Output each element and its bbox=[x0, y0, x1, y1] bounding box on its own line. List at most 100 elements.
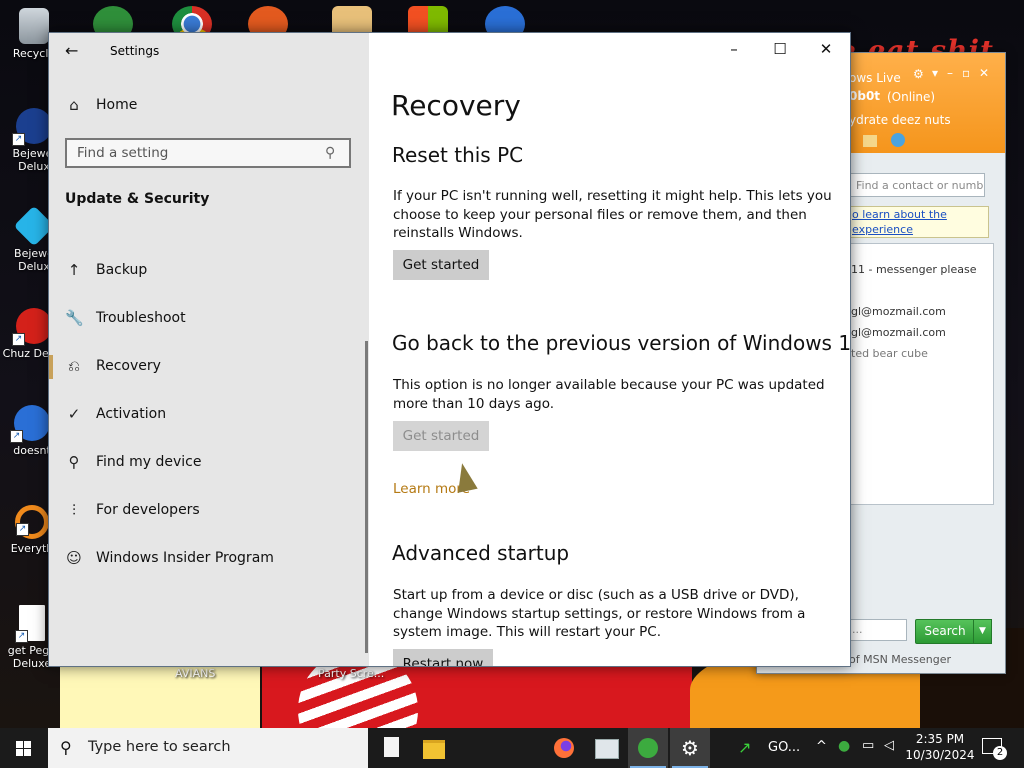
msn-contact[interactable]: ted bear cube bbox=[851, 347, 928, 360]
recycle-bin-icon bbox=[19, 8, 49, 44]
thunderbird-icon: ↗ bbox=[10, 405, 50, 443]
find-setting-placeholder: Find a setting bbox=[77, 145, 169, 161]
windows-logo-icon bbox=[16, 741, 23, 748]
nav-activation[interactable]: ✓ Activation bbox=[49, 395, 369, 435]
taskbar-notepad[interactable] bbox=[372, 728, 412, 768]
msn-contact-search[interactable]: Find a contact or numbe bbox=[849, 173, 985, 197]
goback-heading: Go back to the previous version of Windo… bbox=[392, 331, 851, 355]
nav-windows-insider-label: Windows Insider Program bbox=[96, 550, 274, 566]
messenger-people-icon bbox=[638, 738, 658, 758]
nav-windows-insider[interactable]: ☺ Windows Insider Program bbox=[49, 539, 369, 579]
msn-info-link[interactable]: o learn about the experience bbox=[849, 206, 989, 238]
msn-globe-icon[interactable] bbox=[891, 133, 905, 147]
msn-restore-icon[interactable]: ▫ bbox=[962, 66, 970, 80]
nav-activation-label: Activation bbox=[96, 406, 167, 422]
windows-logo-tile bbox=[24, 749, 31, 756]
find-setting-input[interactable]: Find a setting ⚲ bbox=[65, 138, 351, 168]
nav-recovery[interactable]: ⎌ Recovery bbox=[49, 347, 369, 387]
show-hidden-icons-icon[interactable]: ^ bbox=[816, 739, 827, 754]
msn-web-search-input[interactable]: ... bbox=[849, 619, 907, 641]
msn-minimize-icon[interactable]: – bbox=[947, 66, 953, 80]
gear-icon: ⚙ bbox=[681, 736, 699, 760]
reset-get-started-button[interactable]: Get started bbox=[393, 250, 489, 280]
nav-backup-label: Backup bbox=[96, 262, 148, 278]
msn-contact-list bbox=[849, 243, 994, 505]
settings-sidebar: ← Settings ⌂ Home Find a setting ⚲ Updat… bbox=[49, 33, 369, 666]
taskbar-go-app[interactable]: ↗ GO... bbox=[730, 728, 810, 768]
msn-contact[interactable]: gl@mozmail.com bbox=[851, 305, 946, 318]
taskbar-search-box[interactable]: ⚲ Type here to search bbox=[48, 728, 368, 768]
nav-for-developers[interactable]: ⫶ For developers bbox=[49, 491, 369, 531]
system-clock[interactable]: 2:35 PM 10/30/2024 bbox=[905, 731, 975, 763]
taskbar-search-placeholder: Type here to search bbox=[88, 739, 231, 755]
msn-close-icon[interactable]: ✕ bbox=[979, 66, 989, 80]
goback-description: This option is no longer available becau… bbox=[393, 377, 825, 412]
bejeweled-2-icon: ↗ bbox=[12, 108, 52, 146]
desktop-label-avians: AVIANS bbox=[175, 667, 216, 680]
nav-troubleshoot[interactable]: 🔧 Troubleshoot bbox=[49, 299, 369, 339]
messenger-tray-icon[interactable]: ● bbox=[838, 738, 850, 754]
msn-menu-arrow-icon[interactable]: ▾ bbox=[932, 66, 938, 80]
nav-find-my-device-label: Find my device bbox=[96, 454, 202, 470]
msn-contact[interactable]: gl@mozmail.com bbox=[851, 326, 946, 339]
msn-username: 0b0t bbox=[849, 89, 881, 103]
taskbar-messenger[interactable] bbox=[628, 728, 668, 768]
settings-window: ← Settings ⌂ Home Find a setting ⚲ Updat… bbox=[48, 32, 851, 667]
start-button[interactable] bbox=[0, 728, 48, 768]
clock-date: 10/30/2024 bbox=[905, 748, 975, 762]
taskbar-app-window[interactable] bbox=[586, 728, 626, 768]
check-circle-icon: ✓ bbox=[67, 405, 81, 423]
settings-content: – ☐ ✕ Recovery Reset this PC If your PC … bbox=[369, 33, 850, 666]
maximize-button[interactable]: ☐ bbox=[757, 33, 803, 65]
close-button[interactable]: ✕ bbox=[803, 33, 849, 65]
folder-icon bbox=[423, 740, 445, 759]
goback-get-started-button: Get started bbox=[393, 421, 489, 451]
network-icon[interactable]: ▭ bbox=[862, 738, 874, 753]
reset-heading: Reset this PC bbox=[392, 143, 524, 167]
notepad-icon bbox=[384, 737, 399, 757]
nav-backup[interactable]: ↑ Backup bbox=[49, 251, 369, 291]
wallpaper-yellow-block bbox=[60, 660, 260, 728]
home-icon: ⌂ bbox=[69, 96, 79, 114]
back-arrow-icon[interactable]: ← bbox=[65, 41, 78, 60]
msn-status[interactable]: (Online) bbox=[887, 90, 935, 104]
developer-tools-icon: ⫶ bbox=[72, 501, 76, 519]
person-location-icon: ⚲ bbox=[68, 453, 80, 471]
taskbar-firefox[interactable] bbox=[544, 728, 584, 768]
restart-now-button[interactable]: Restart now bbox=[393, 649, 493, 666]
taskbar: ⚲ Type here to search ⚙ ↗ GO... ^ ● ▭ ◁ … bbox=[0, 728, 1024, 768]
taskbar-file-explorer[interactable] bbox=[414, 728, 454, 768]
windows-logo-tile bbox=[24, 741, 31, 748]
sidebar-scrollbar[interactable] bbox=[365, 341, 368, 653]
advanced-startup-heading: Advanced startup bbox=[392, 541, 570, 565]
recovery-icon: ⎌ bbox=[67, 357, 80, 375]
desktop-icon-label: doesnt bbox=[13, 444, 51, 457]
chuzzle-icon: ↗ bbox=[12, 308, 52, 346]
search-icon: ⚲ bbox=[325, 145, 336, 161]
windows-logo-tile bbox=[16, 749, 23, 756]
msn-search-button[interactable]: Search bbox=[915, 619, 975, 644]
nav-for-developers-label: For developers bbox=[96, 502, 200, 518]
nav-find-my-device[interactable]: ⚲ Find my device bbox=[49, 443, 369, 483]
insider-cat-icon: ☺ bbox=[66, 549, 82, 567]
volume-icon[interactable]: ◁ bbox=[884, 738, 894, 753]
search-icon: ⚲ bbox=[60, 738, 72, 757]
msn-settings-icon[interactable]: ⚙ bbox=[913, 67, 924, 81]
nav-home[interactable]: ⌂ Home bbox=[49, 86, 369, 126]
section-title: Update & Security bbox=[65, 191, 210, 207]
msn-contact[interactable]: 11 - messenger please bbox=[851, 263, 976, 276]
msn-search-dropdown-icon[interactable]: ▼ bbox=[973, 619, 992, 644]
minimize-button[interactable]: – bbox=[711, 33, 757, 65]
msn-mail-icon[interactable] bbox=[863, 135, 877, 147]
taskbar-settings[interactable]: ⚙ bbox=[670, 728, 710, 768]
nav-recovery-label: Recovery bbox=[96, 358, 161, 374]
msn-title: ows Live bbox=[849, 71, 901, 85]
taskbar-go-label: GO... bbox=[768, 740, 801, 755]
everything-search-icon: ↗ bbox=[15, 505, 49, 539]
msn-footer: of MSN Messenger bbox=[849, 653, 952, 666]
file-icon: ↗ bbox=[15, 605, 45, 643]
msn-personal-message[interactable]: ydrate deez nuts bbox=[849, 113, 951, 127]
advanced-startup-description: Start up from a device or disc (such as … bbox=[393, 587, 806, 640]
nav-home-label: Home bbox=[96, 97, 138, 113]
desktop-icon-label: Everyth bbox=[10, 542, 54, 555]
